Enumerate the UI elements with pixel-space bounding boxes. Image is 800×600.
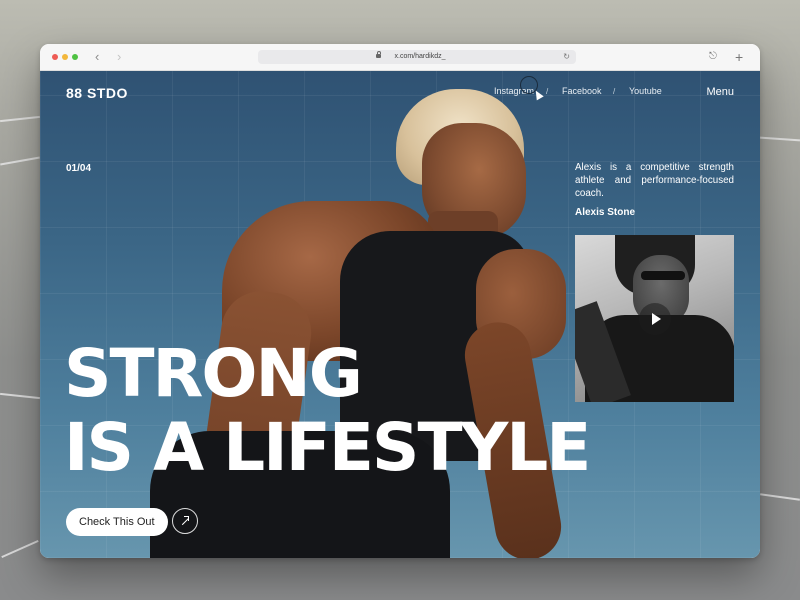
share-icon[interactable]: ⎋	[709, 49, 717, 65]
court-line	[759, 136, 800, 142]
address-bar[interactable]: x.com/hardikdz_ ↻	[258, 50, 576, 64]
nav-link-youtube[interactable]: Youtube	[629, 86, 662, 96]
play-icon[interactable]	[639, 303, 671, 335]
court-line	[0, 115, 40, 123]
close-window-button[interactable]	[52, 54, 58, 60]
nav-link-facebook[interactable]: Facebook	[562, 86, 602, 96]
arrow-up-right-icon[interactable]	[172, 508, 198, 534]
court-line	[1, 539, 39, 559]
minimize-window-button[interactable]	[62, 54, 68, 60]
headline-line-1: STRONG	[64, 335, 363, 412]
new-tab-icon[interactable]: +	[735, 49, 743, 65]
slide-counter: 01/04	[66, 163, 92, 174]
headline-line-2: IS A LIFESTYLE	[64, 409, 591, 486]
address-url: x.com/hardikdz_	[394, 53, 446, 60]
nav-separator: /	[546, 87, 549, 96]
browser-toolbar: ‹ › x.com/hardikdz_ ↻ ⎋ +	[40, 44, 760, 71]
browser-window: ‹ › x.com/hardikdz_ ↻ ⎋ + 88 STDO Instag…	[40, 44, 760, 558]
back-icon[interactable]: ‹	[95, 49, 99, 65]
menu-button[interactable]: Menu	[706, 86, 734, 98]
site-logo[interactable]: 88 STDO	[66, 85, 128, 101]
video-thumbnail[interactable]	[575, 235, 734, 402]
zoom-window-button[interactable]	[72, 54, 78, 60]
forward-icon[interactable]: ›	[117, 49, 121, 65]
court-line	[0, 156, 40, 166]
check-this-out-button[interactable]: Check This Out	[66, 508, 168, 536]
lock-icon	[376, 51, 381, 58]
athlete-description: Alexis is a competitive strength athlete…	[575, 162, 734, 199]
athlete-name: Alexis Stone	[575, 207, 636, 218]
reload-icon[interactable]: ↻	[563, 50, 570, 64]
court-line	[760, 493, 800, 501]
court-line	[0, 392, 40, 400]
hero-section: 88 STDO Instagram / Facebook / Youtube M…	[40, 71, 760, 558]
nav-separator: /	[613, 87, 616, 96]
